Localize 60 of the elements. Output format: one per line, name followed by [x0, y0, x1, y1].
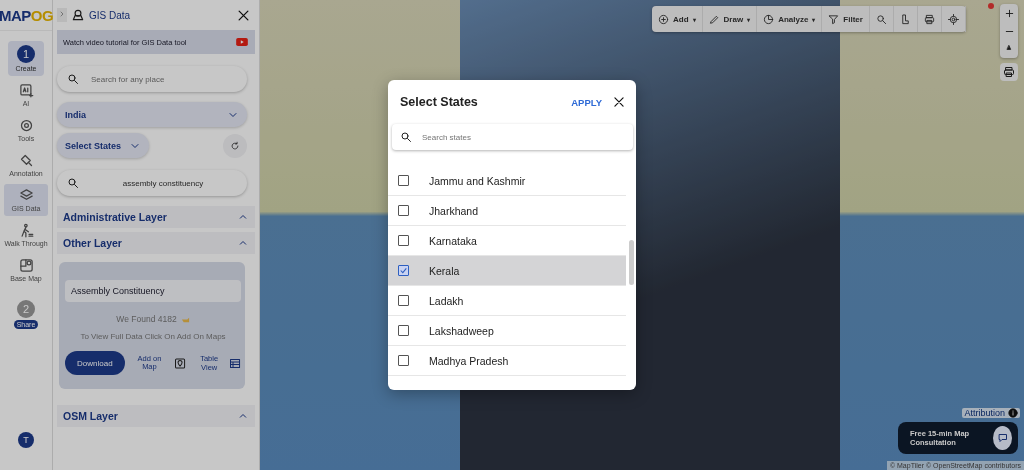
printer-icon [1003, 66, 1015, 78]
scrollbar[interactable] [629, 240, 634, 285]
dialog-title: Select States [400, 95, 479, 109]
close-button[interactable] [612, 95, 626, 109]
refresh-icon [230, 140, 240, 151]
chevron-right-icon [58, 10, 66, 18]
section-header[interactable]: Other Layer [57, 232, 255, 254]
pencil-icon [708, 13, 720, 25]
user-avatar[interactable]: T [18, 432, 34, 448]
youtube-icon [235, 35, 249, 49]
state-option[interactable]: Madhya Pradesh [388, 346, 626, 376]
state-option[interactable]: Jharkhand [388, 196, 626, 226]
panel-title: GIS Data [89, 9, 132, 21]
map-pin-icon [174, 356, 187, 370]
pie-chart-icon [763, 13, 775, 25]
state-option[interactable]: Lakshadweep [388, 316, 626, 346]
notification-dot [988, 3, 994, 9]
search-icon [67, 177, 79, 189]
printer-icon [923, 13, 935, 25]
country-dropdown[interactable]: India [57, 102, 247, 127]
state-option[interactable]: Ladakh [388, 286, 626, 316]
close-icon [612, 95, 626, 109]
checkbox[interactable] [398, 295, 409, 306]
layer-search-field[interactable]: assembly constituency [89, 177, 237, 189]
table-icon [228, 356, 241, 370]
map-icon [18, 258, 34, 273]
plus-icon [1003, 7, 1015, 19]
download-button[interactable]: Download [65, 351, 125, 375]
crosshair-icon [947, 13, 959, 25]
found-text: We Found 4182 [116, 314, 177, 324]
add-icon [658, 13, 669, 25]
search-icon [67, 73, 79, 85]
toolbar-button[interactable]: Filter [822, 6, 870, 32]
search-icon [400, 131, 412, 143]
ruler-icon [899, 13, 911, 25]
checkbox[interactable] [398, 355, 409, 366]
place-search-field[interactable]: Search for any place [89, 73, 237, 85]
refresh-button[interactable] [223, 133, 247, 158]
logo: MAPOG [0, 0, 52, 31]
state-option[interactable]: Kerala [388, 256, 626, 286]
checkbox[interactable] [398, 235, 409, 246]
checkbox[interactable] [398, 265, 409, 276]
checkbox[interactable] [398, 325, 409, 336]
layer-name: Assembly Constituency [65, 280, 241, 302]
apply-button[interactable]: APPLY [571, 96, 602, 108]
ai-icon [18, 83, 34, 98]
checkbox[interactable] [398, 205, 409, 216]
hint-text: To View Full Data Click On Add On Maps [80, 332, 226, 341]
section-header[interactable]: Administrative Layer [57, 206, 255, 228]
checkbox[interactable] [398, 175, 409, 186]
states-dropdown[interactable]: Select States [57, 133, 150, 158]
chat-icon [996, 432, 1009, 444]
search-icon [875, 13, 887, 25]
gear-icon [18, 118, 34, 133]
state-option[interactable]: Jammu and Kashmir [388, 166, 626, 196]
section-header[interactable]: OSM Layer [57, 405, 255, 427]
print-button[interactable] [1000, 63, 1018, 81]
state-search-field[interactable]: Search states [422, 124, 625, 150]
filter-icon [828, 13, 840, 25]
layers-icon [18, 188, 34, 203]
